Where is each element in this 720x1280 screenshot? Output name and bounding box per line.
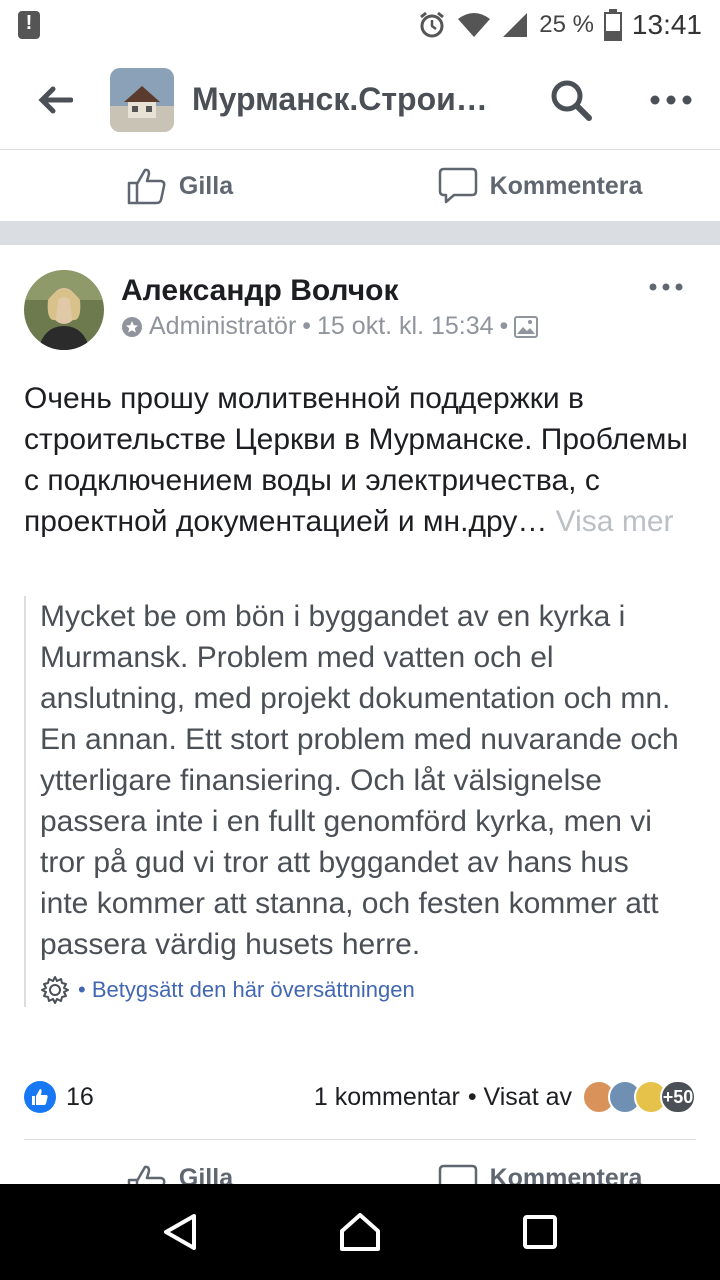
back-button[interactable] xyxy=(0,50,110,150)
feed-separator xyxy=(0,221,720,245)
photo-audience-icon xyxy=(514,315,539,338)
rate-translation-link[interactable]: • Betygsätt den här översättningen xyxy=(78,977,415,1003)
like-label: Gilla xyxy=(178,1164,234,1184)
post-header: Александр Волчок Administratör • 15 okt.… xyxy=(24,270,696,354)
post-actions: Gilla Kommentera xyxy=(0,1150,720,1184)
author-name[interactable]: Александр Волчок xyxy=(121,274,399,308)
like-label: Gilla xyxy=(178,171,234,200)
more-icon xyxy=(649,283,683,291)
search-icon xyxy=(551,80,592,121)
nav-home-button[interactable] xyxy=(320,1192,400,1272)
reactions-row: 16 1 kommentar • Visat av +50 xyxy=(24,1075,696,1119)
triangle-back-icon xyxy=(164,1214,196,1250)
battery-icon xyxy=(603,9,622,41)
like-reaction-icon[interactable] xyxy=(24,1081,56,1113)
viewer-more-count: +50 xyxy=(660,1080,696,1114)
seen-by-label[interactable]: • Visat av xyxy=(468,1083,572,1112)
comment-label: Kommentera xyxy=(489,171,643,200)
comment-button[interactable]: Kommentera xyxy=(360,151,720,221)
like-count[interactable]: 16 xyxy=(66,1083,94,1112)
square-recents-icon xyxy=(523,1215,557,1249)
gear-icon xyxy=(41,976,69,1004)
comment-count[interactable]: 1 kommentar xyxy=(314,1083,460,1112)
author-role: Administratör xyxy=(149,312,297,340)
seen-by-avatars[interactable]: +50 xyxy=(582,1080,696,1114)
comment-label: Kommentera xyxy=(489,1164,643,1184)
comment-button[interactable]: Kommentera xyxy=(360,1150,720,1184)
like-button[interactable]: Gilla xyxy=(0,151,360,221)
thumbs-up-icon xyxy=(127,1165,166,1184)
admin-badge-icon xyxy=(122,316,142,337)
clock: 13:41 xyxy=(631,9,702,40)
signal-icon xyxy=(501,11,529,39)
more-options-button[interactable] xyxy=(626,50,716,150)
post-meta: Administratör • 15 okt. kl. 15:34 • xyxy=(121,312,539,341)
alert-icon xyxy=(18,11,40,39)
nav-recents-button[interactable] xyxy=(500,1192,580,1272)
post-timestamp[interactable]: 15 okt. kl. 15:34 xyxy=(317,312,494,341)
app-bar: Мурманск.Строи… xyxy=(0,50,720,150)
comment-icon xyxy=(438,167,477,204)
back-arrow-icon xyxy=(38,86,73,113)
like-button[interactable]: Gilla xyxy=(0,1150,360,1184)
system-nav-bar xyxy=(0,1184,720,1280)
thumbs-up-icon xyxy=(127,168,166,205)
group-thumbnail[interactable] xyxy=(110,67,174,132)
meta-separator: • xyxy=(302,312,312,340)
previous-post-actions: Gilla Kommentera xyxy=(0,151,720,221)
post-options-button[interactable] xyxy=(646,270,686,304)
nav-back-button[interactable] xyxy=(140,1192,220,1272)
post-text: Очень прошу молитвенной поддержки в стро… xyxy=(24,378,700,542)
comment-icon xyxy=(438,1164,477,1184)
translation-text: Mycket be om bön i byggandet av en kyrka… xyxy=(40,600,679,961)
meta-separator-2: • xyxy=(499,312,509,340)
more-icon xyxy=(650,95,692,104)
search-button[interactable] xyxy=(516,50,626,150)
home-icon xyxy=(340,1213,380,1251)
rate-translation-row[interactable]: • Betygsätt den här översättningen xyxy=(40,973,684,1007)
see-more-link[interactable]: Visa mer xyxy=(556,505,674,538)
status-bar: 25 % 13:41 xyxy=(0,0,720,50)
reactions-divider xyxy=(24,1139,696,1140)
wifi-icon xyxy=(457,11,491,39)
translation-block: Mycket be om bön i byggandet av en kyrka… xyxy=(24,596,684,1007)
author-avatar[interactable] xyxy=(24,270,104,350)
battery-percent: 25 % xyxy=(539,11,594,38)
alarm-icon xyxy=(417,10,447,40)
group-title[interactable]: Мурманск.Строи… xyxy=(192,81,502,118)
